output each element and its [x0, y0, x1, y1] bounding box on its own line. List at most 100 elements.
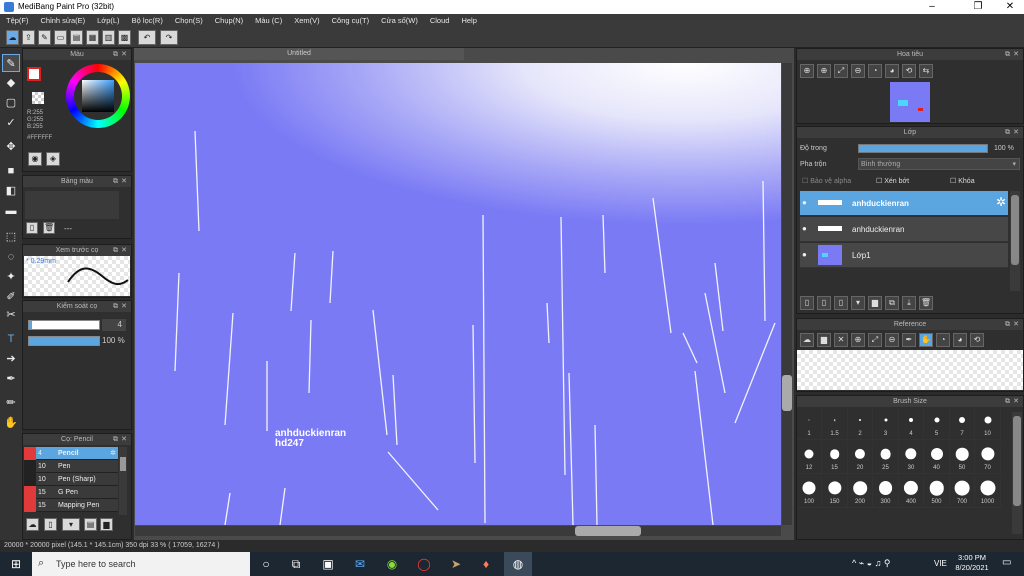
close-icon[interactable]: ✕ [996, 0, 1024, 14]
merge-icon[interactable]: ⤓ [902, 296, 916, 310]
bucket-icon[interactable]: ◧ [2, 182, 20, 200]
eyedropper-icon[interactable]: ✒ [2, 370, 20, 388]
close-icon[interactable]: ✕ [1013, 49, 1019, 60]
fit-icon[interactable]: ⤢ [868, 333, 882, 347]
frame-icon[interactable]: ▥ [102, 30, 115, 45]
gear-icon[interactable]: ✲ [110, 447, 116, 460]
brush-folder-icon[interactable]: ▆ [100, 518, 113, 531]
minimize-icon[interactable]: – [918, 0, 946, 14]
eye-icon[interactable]: ● [802, 250, 807, 259]
layer-item[interactable]: ● anhduckienran [800, 217, 1008, 242]
brush-size-cell[interactable]: 1.5 [822, 408, 848, 440]
canvas[interactable]: anhduckienran hd247 [135, 63, 781, 525]
dot-tool-icon[interactable]: ▢ [2, 94, 20, 112]
brush-item[interactable]: 15 Mapping Pen [24, 499, 118, 512]
rotate-right-icon[interactable]: ◕ [885, 64, 899, 78]
menu-item[interactable]: Chụp(N) [209, 14, 249, 28]
zoom-out-icon[interactable]: ⊕ [817, 64, 831, 78]
close-icon[interactable]: ✕ [121, 245, 127, 256]
menu-item[interactable]: Chọn(S) [169, 14, 209, 28]
move-tool-icon[interactable]: ✥ [2, 138, 20, 156]
brush-size-cell[interactable]: 15 [822, 442, 848, 474]
menu-item[interactable]: Cloud [424, 14, 456, 28]
clock[interactable]: 3:00 PM 8/20/2021 [952, 553, 992, 573]
brush-size-cell[interactable]: 12 [797, 442, 822, 474]
close-icon[interactable]: ✕ [121, 301, 127, 312]
select-rect-icon[interactable]: ⬚ [2, 228, 20, 246]
folder-icon[interactable]: ▆ [868, 296, 882, 310]
canvas-vscroll[interactable] [782, 63, 792, 525]
layer-item[interactable]: ● anhduckienran ✲ [800, 191, 1008, 216]
select-eraser-icon[interactable]: ✂ [2, 306, 20, 324]
close-icon[interactable]: ✕ [1013, 396, 1019, 407]
brush-size-cell[interactable]: 2 [848, 408, 873, 440]
zoom-out-icon[interactable]: ⊖ [885, 333, 899, 347]
menu-item[interactable]: Xem(V) [288, 14, 325, 28]
mail-icon[interactable]: ✉ [348, 552, 372, 576]
brush-size-cell[interactable]: 150 [822, 476, 848, 508]
brush-size-cell[interactable]: 20 [848, 442, 873, 474]
eye-icon[interactable]: ● [802, 198, 807, 207]
close-icon[interactable]: ✕ [121, 434, 127, 445]
menu-item[interactable]: Cửa số(W) [375, 14, 424, 28]
layer-scrollbar[interactable] [1010, 191, 1020, 291]
menu-item[interactable]: Công cụ(T) [326, 14, 376, 28]
reference-area[interactable] [797, 350, 1023, 390]
brush-size-cell[interactable]: 7 [950, 408, 975, 440]
magic-wand-icon[interactable]: ✦ [2, 268, 20, 286]
new-8bit-layer-icon[interactable]: ▯ [834, 296, 848, 310]
brush-list-scrollbar[interactable] [119, 447, 127, 515]
hand-tool-icon[interactable]: ✋ [2, 414, 20, 432]
duplicate-icon[interactable]: ⧉ [885, 296, 899, 310]
brush-tool-icon[interactable]: ✎ [2, 54, 20, 72]
color-square[interactable] [82, 80, 114, 112]
close-icon[interactable]: ✕ [121, 176, 127, 187]
new-palette-icon[interactable]: ▯ [26, 222, 38, 234]
close-ref-icon[interactable]: ✕ [834, 333, 848, 347]
redo-icon[interactable]: ↷ [160, 30, 178, 45]
brush-size-scrollbar[interactable] [1012, 412, 1022, 534]
drop-icon[interactable]: ♦ [474, 552, 498, 576]
speech-icon[interactable]: ▭ [54, 30, 67, 45]
undo-icon[interactable]: ↶ [138, 30, 156, 45]
hand-icon[interactable]: ✋ [919, 333, 933, 347]
background-color[interactable] [32, 92, 44, 104]
new-halftone-layer-icon[interactable]: ▯ [817, 296, 831, 310]
new-brush-icon[interactable]: ▯ [44, 518, 57, 531]
medibang-icon[interactable]: ◍ [504, 552, 532, 576]
pen-icon[interactable]: ✏ [2, 394, 20, 412]
clipping-checkbox[interactable]: ☐ Xén bớt [876, 177, 909, 185]
notification-icon[interactable]: ▭ [1002, 557, 1011, 568]
export-icon[interactable]: ⇪ [22, 30, 35, 45]
brush-size-cell[interactable]: 5 [924, 408, 950, 440]
foreground-color[interactable] [27, 67, 41, 81]
brush-size-cell[interactable]: 25 [873, 442, 899, 474]
brush-size-cell[interactable]: 500 [924, 476, 950, 508]
rotate-right-icon[interactable]: ◕ [953, 333, 967, 347]
layer-opacity-slider[interactable] [858, 144, 988, 153]
menu-item[interactable]: Bộ lọc(R) [126, 14, 169, 28]
brush-size-cell[interactable]: 50 [950, 442, 975, 474]
gear-icon[interactable]: ✲ [996, 195, 1006, 209]
brush-size-cell[interactable]: 70 [975, 442, 1001, 474]
eraser-tool-icon[interactable]: ◆ [2, 74, 20, 92]
tray-icons[interactable]: ^ ⌁ ◒ ♫ ⚲ [852, 558, 890, 569]
gradient-icon[interactable]: ▬ [2, 202, 20, 220]
rotate-left-icon[interactable]: ◔ [936, 333, 950, 347]
comment-icon[interactable]: ✎ [38, 30, 51, 45]
brush-item[interactable]: 4 Pencil ✲ [24, 447, 118, 460]
layer-item[interactable]: ● Lớp1 [800, 243, 1008, 268]
open-ref-icon[interactable]: ▆ [817, 333, 831, 347]
cortana-icon[interactable]: ○ [254, 552, 278, 576]
search-input[interactable]: Type here to search [32, 552, 250, 576]
reset-rotate-icon[interactable]: ⟲ [902, 64, 916, 78]
eyedropper-icon[interactable]: ✒ [902, 333, 916, 347]
language-indicator[interactable]: VIE [934, 559, 947, 568]
text-tool-icon[interactable]: T [2, 330, 20, 348]
blend-mode-select[interactable]: Bình thường ▾ [858, 158, 1020, 170]
operation-icon[interactable]: ➔ [2, 350, 20, 368]
panel-icon[interactable]: ▤ [70, 30, 83, 45]
app-icon[interactable]: ➤ [444, 552, 468, 576]
brush-size-cell[interactable]: 400 [899, 476, 924, 508]
brush-size-cell[interactable]: 1000 [975, 476, 1001, 508]
